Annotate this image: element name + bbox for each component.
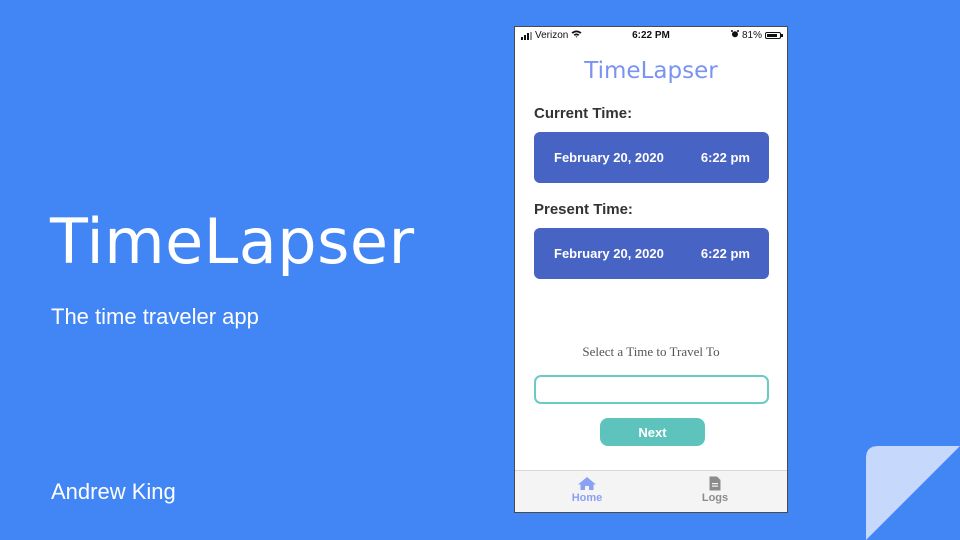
battery-percent: 81%	[741, 30, 762, 41]
page-curl-decoration	[866, 446, 960, 540]
status-right: 81%	[730, 30, 783, 41]
current-date-value: February 20, 2020	[554, 150, 664, 165]
present-time-label: Present Time:	[534, 201, 633, 218]
slide-author: Andrew King	[51, 479, 176, 504]
travel-time-input[interactable]	[534, 375, 769, 404]
slide-title: TimeLapser	[50, 205, 415, 278]
present-time-value: 6:22 pm	[700, 246, 750, 261]
tab-bar: Home Logs	[515, 470, 787, 512]
battery-icon	[765, 32, 783, 39]
status-bar: Verizon 6:22 PM 81%	[515, 27, 787, 45]
current-time-value: 6:22 pm	[700, 150, 750, 165]
travel-time-label: Select a Time to Travel To	[582, 344, 720, 359]
document-icon	[675, 476, 755, 491]
current-time-label: Current Time:	[534, 105, 633, 122]
tab-home-label: Home	[571, 492, 603, 504]
app-title: TimeLapser	[584, 58, 718, 84]
tab-home[interactable]: Home	[547, 476, 627, 504]
tab-logs[interactable]: Logs	[675, 476, 755, 504]
slide-subtitle: The time traveler app	[51, 304, 259, 329]
alarm-icon	[730, 30, 739, 41]
next-button[interactable]: Next	[600, 418, 705, 446]
phone-screenshot: Verizon 6:22 PM 81% TimeLapser Current T…	[514, 26, 788, 513]
home-icon	[547, 476, 627, 491]
current-time-card: February 20, 2020 6:22 pm	[534, 132, 769, 183]
tab-logs-label: Logs	[701, 492, 729, 504]
present-date-value: February 20, 2020	[554, 246, 664, 261]
present-time-card: February 20, 2020 6:22 pm	[534, 228, 769, 279]
